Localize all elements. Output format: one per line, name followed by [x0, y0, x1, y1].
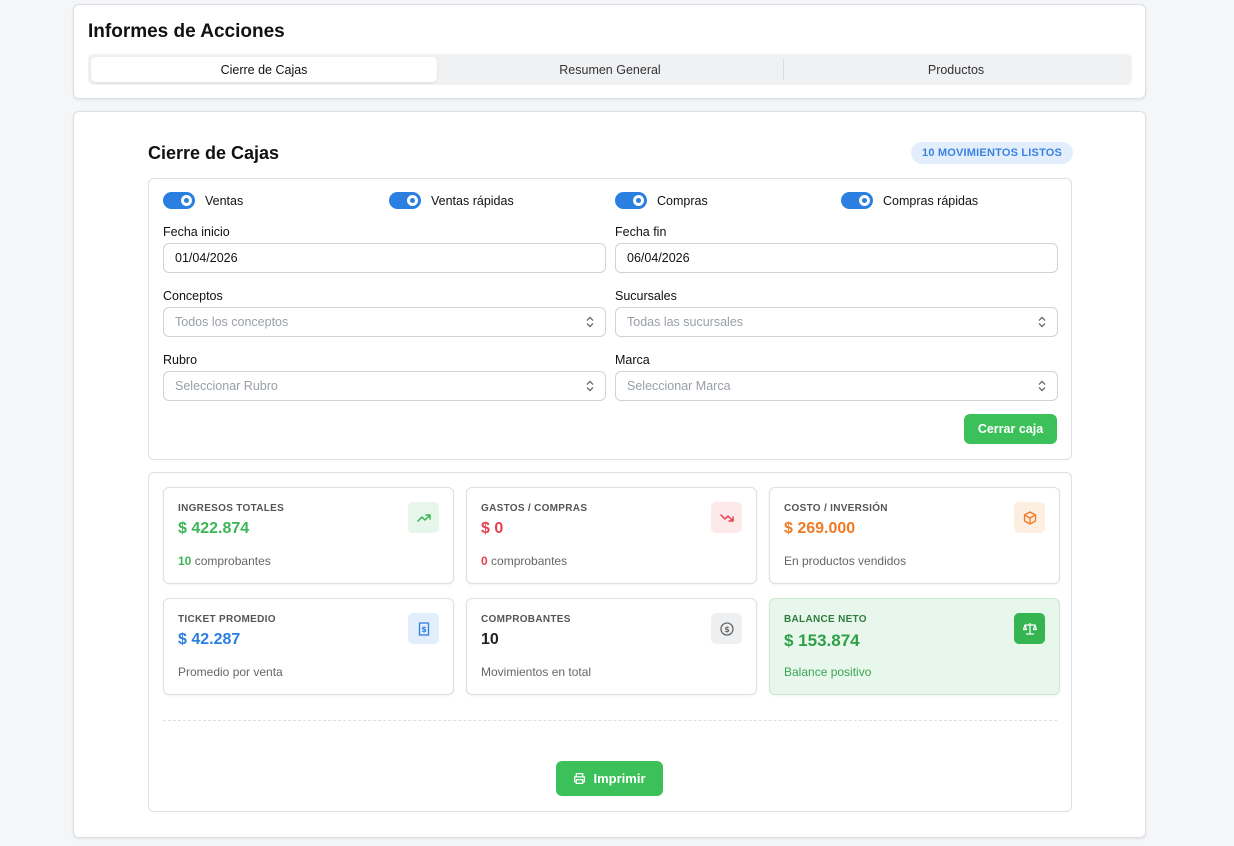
- fecha-fin-input[interactable]: 06/04/2026: [615, 243, 1058, 273]
- rubro-label: Rubro: [163, 353, 198, 367]
- header-card: Informes de Acciones Cierre de Cajas Res…: [73, 4, 1146, 99]
- cerrar-caja-button[interactable]: Cerrar caja: [964, 414, 1057, 444]
- stat-sub: Promedio por venta: [178, 665, 283, 679]
- printer-icon: [574, 773, 586, 784]
- tab-cierre-de-cajas[interactable]: Cierre de Cajas: [91, 57, 437, 82]
- stat-label: COSTO / INVERSIÓN: [784, 503, 888, 514]
- toggle-label: Ventas rápidas: [431, 193, 514, 208]
- stat-label: INGRESOS TOTALES: [178, 503, 285, 514]
- stat-value: $ 422.874: [178, 520, 250, 537]
- toggle-compras-rapidas[interactable]: Compras rápidas: [841, 192, 978, 209]
- stat-value: $ 0: [481, 520, 504, 537]
- stat-gastos: GASTOS / COMPRAS $ 0 0 comprobantes: [466, 487, 757, 584]
- stat-label: BALANCE NETO: [784, 614, 867, 625]
- stat-sub: 10 comprobantes: [178, 554, 271, 568]
- fecha-fin-label: Fecha fin: [615, 225, 667, 239]
- toggle-compras[interactable]: Compras: [615, 192, 708, 209]
- stat-sub: En productos vendidos: [784, 554, 907, 568]
- trending-up-icon: [408, 502, 439, 533]
- toggle-label: Ventas: [205, 193, 244, 208]
- toggle-ventas-rapidas[interactable]: Ventas rápidas: [389, 192, 514, 209]
- conceptos-label: Conceptos: [163, 289, 223, 303]
- stat-sub: Movimientos en total: [481, 665, 592, 679]
- coin-icon: $: [711, 613, 742, 644]
- conceptos-select[interactable]: Todos los conceptos: [163, 307, 606, 337]
- svg-text:$: $: [724, 625, 730, 634]
- compras-switch[interactable]: [615, 192, 647, 209]
- tab-resumen-general[interactable]: Resumen General: [437, 57, 783, 82]
- fecha-inicio-label: Fecha inicio: [163, 225, 230, 239]
- stat-value: $ 269.000: [784, 520, 856, 537]
- fecha-inicio-input[interactable]: 01/04/2026: [163, 243, 606, 273]
- tab-productos[interactable]: Productos: [783, 57, 1129, 82]
- svg-text:$: $: [421, 625, 427, 634]
- sucursales-placeholder: Todas las sucursales: [627, 315, 744, 329]
- stat-sub-text: comprobantes: [491, 554, 568, 568]
- stat-sub-text: comprobantes: [194, 554, 271, 568]
- rubro-placeholder: Seleccionar Rubro: [175, 379, 278, 393]
- marca-label: Marca: [615, 353, 650, 367]
- filter-card: Ventas Ventas rápidas Compras Compras rá…: [148, 178, 1072, 460]
- chevron-updown-icon: [586, 380, 594, 392]
- imprimir-label: Imprimir: [593, 771, 646, 786]
- stat-count: 0: [481, 554, 488, 568]
- stat-sub: Balance positivo: [784, 665, 872, 679]
- tabs: Cierre de Cajas Resumen General Producto…: [88, 54, 1132, 85]
- scale-icon: [1014, 613, 1045, 644]
- rubro-select[interactable]: Seleccionar Rubro: [163, 371, 606, 401]
- stat-value: $ 153.874: [784, 631, 860, 650]
- stat-sub: 0 comprobantes: [481, 554, 567, 568]
- stat-ticket: TICKET PROMEDIO $ 42.287 Promedio por ve…: [163, 598, 454, 695]
- page-title: Informes de Acciones: [88, 21, 285, 42]
- package-icon: [1014, 502, 1045, 533]
- sucursales-label: Sucursales: [615, 289, 677, 303]
- trending-down-icon: [711, 502, 742, 533]
- stat-value: $ 42.287: [178, 631, 241, 648]
- toggle-label: Compras rápidas: [883, 193, 979, 208]
- marca-placeholder: Seleccionar Marca: [627, 379, 731, 393]
- stat-ingresos: INGRESOS TOTALES $ 422.874 10 comprobant…: [163, 487, 454, 584]
- chevron-updown-icon: [1038, 316, 1046, 328]
- chevron-updown-icon: [1038, 380, 1046, 392]
- stat-costo: COSTO / INVERSIÓN $ 269.000 En productos…: [769, 487, 1060, 584]
- toggle-ventas[interactable]: Ventas: [163, 192, 243, 209]
- ventas-switch[interactable]: [163, 192, 195, 209]
- toggle-label: Compras: [657, 193, 708, 208]
- stat-value: 10: [481, 631, 499, 648]
- sucursales-select[interactable]: Todas las sucursales: [615, 307, 1058, 337]
- movements-badge: 10 MOVIMIENTOS LISTOS: [911, 142, 1074, 164]
- stat-count: 10: [178, 554, 192, 568]
- stats-card: INGRESOS TOTALES $ 422.874 10 comprobant…: [148, 472, 1072, 812]
- stat-label: COMPROBANTES: [481, 614, 571, 625]
- compras-rapidas-switch[interactable]: [841, 192, 873, 209]
- stat-balance: BALANCE NETO $ 153.874 Balance positivo: [769, 598, 1060, 695]
- divider: [163, 720, 1057, 721]
- stat-label: TICKET PROMEDIO: [178, 614, 276, 625]
- stat-label: GASTOS / COMPRAS: [481, 503, 588, 514]
- imprimir-button[interactable]: Imprimir: [556, 761, 663, 796]
- marca-select[interactable]: Seleccionar Marca: [615, 371, 1058, 401]
- chevron-updown-icon: [586, 316, 594, 328]
- conceptos-placeholder: Todos los conceptos: [175, 315, 289, 329]
- ventas-rapidas-switch[interactable]: [389, 192, 421, 209]
- stat-comprobantes: COMPROBANTES 10 Movimientos en total $: [466, 598, 757, 695]
- section-title: Cierre de Cajas: [148, 143, 280, 163]
- receipt-icon: $: [408, 613, 439, 644]
- main-card: Cierre de Cajas 10 MOVIMIENTOS LISTOS Ve…: [73, 111, 1146, 838]
